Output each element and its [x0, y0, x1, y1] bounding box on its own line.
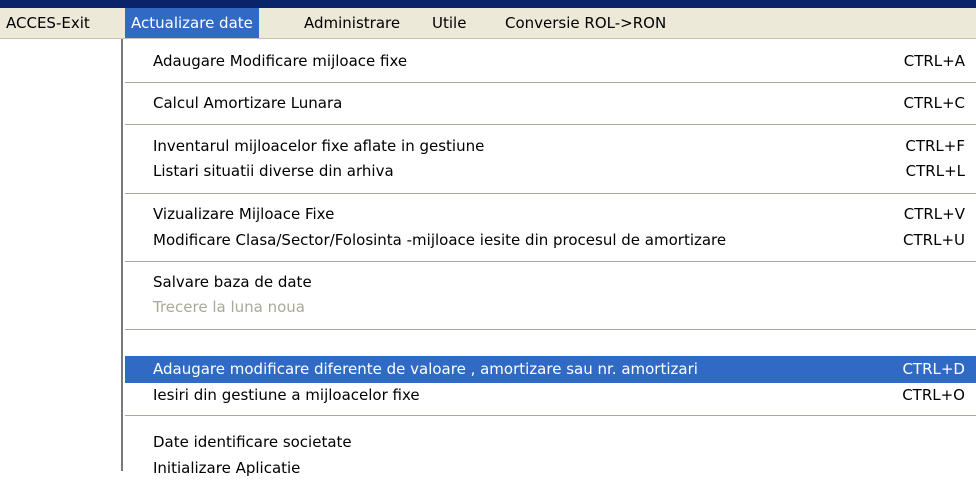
menu-item-label: Inventarul mijloacelor fixe aflate in ge…: [153, 137, 485, 155]
menu-separator: [125, 193, 976, 195]
menu-item-date-identificare[interactable]: Date identificare societate: [125, 429, 976, 456]
menu-item-shortcut: CTRL+V: [903, 205, 965, 223]
menu-separator: [125, 415, 976, 417]
menu-item-inventar[interactable]: Inventarul mijloacelor fixe aflate in ge…: [125, 133, 976, 160]
menu-item-label: Calcul Amortizare Lunara: [153, 94, 343, 112]
menu-separator: [125, 82, 976, 84]
menu-item-label: Adaugare modificare diferente de valoare…: [153, 360, 698, 378]
menu-bar: ACCES-Exit Actualizare date Administrare…: [0, 8, 976, 39]
menu-item-trecere-luna: Trecere la luna noua: [125, 294, 976, 321]
menu-item-shortcut: CTRL+O: [902, 386, 965, 404]
menu-item-vizualizare[interactable]: Vizualizare Mijloace Fixe CTRL+V: [125, 201, 976, 228]
menu-item-shortcut: CTRL+C: [903, 94, 965, 112]
menu-item-label: Date identificare societate: [153, 433, 352, 451]
main-window-area: [0, 39, 121, 501]
actualizare-date-dropdown: Adaugare Modificare mijloace fixe CTRL+A…: [121, 39, 976, 477]
menu-item-initializare[interactable]: Initializare Aplicatie: [125, 455, 976, 482]
menu-item-label: Listari situatii diverse din arhiva: [153, 162, 394, 180]
menu-item-calcul-amortizare[interactable]: Calcul Amortizare Lunara CTRL+C: [125, 90, 976, 117]
menu-item-shortcut: CTRL+D: [902, 360, 965, 378]
menu-separator: [125, 329, 976, 331]
menu-administrare[interactable]: Administrare: [298, 8, 406, 38]
menu-item-salvare-baza[interactable]: Salvare baza de date: [125, 269, 976, 296]
menu-item-adaugare-modificare[interactable]: Adaugare Modificare mijloace fixe CTRL+A: [125, 48, 976, 75]
menu-item-shortcut: CTRL+A: [903, 52, 965, 70]
menu-item-label: Trecere la luna noua: [153, 298, 305, 316]
menu-separator: [125, 124, 976, 126]
menu-item-shortcut: CTRL+L: [905, 162, 965, 180]
menu-utile[interactable]: Utile: [426, 8, 472, 38]
menu-item-label: Adaugare Modificare mijloace fixe: [153, 52, 408, 70]
menu-item-modificare-clasa[interactable]: Modificare Clasa/Sector/Folosinta -mijlo…: [125, 227, 976, 254]
menu-conversie-rol-ron[interactable]: Conversie ROL->RON: [499, 8, 672, 38]
menu-item-listari-situatii[interactable]: Listari situatii diverse din arhiva CTRL…: [125, 158, 976, 185]
menu-separator: [125, 261, 976, 263]
menu-item-label: Salvare baza de date: [153, 273, 312, 291]
menu-item-shortcut: CTRL+F: [905, 137, 965, 155]
menu-actualizare-date[interactable]: Actualizare date: [125, 8, 259, 38]
menu-item-label: Vizualizare Mijloace Fixe: [153, 205, 335, 223]
menu-item-label: Initializare Aplicatie: [153, 459, 301, 477]
menu-item-shortcut: CTRL+U: [903, 231, 965, 249]
menu-item-label: Iesiri din gestiune a mijloacelor fixe: [153, 386, 420, 404]
menu-acces-exit[interactable]: ACCES-Exit: [0, 8, 96, 38]
menu-item-iesiri-gestiune[interactable]: Iesiri din gestiune a mijloacelor fixe C…: [125, 382, 976, 409]
menu-item-label: Modificare Clasa/Sector/Folosinta -mijlo…: [153, 231, 727, 249]
title-bar-strip: [0, 0, 976, 8]
menu-item-adaugare-diferente[interactable]: Adaugare modificare diferente de valoare…: [125, 356, 976, 383]
